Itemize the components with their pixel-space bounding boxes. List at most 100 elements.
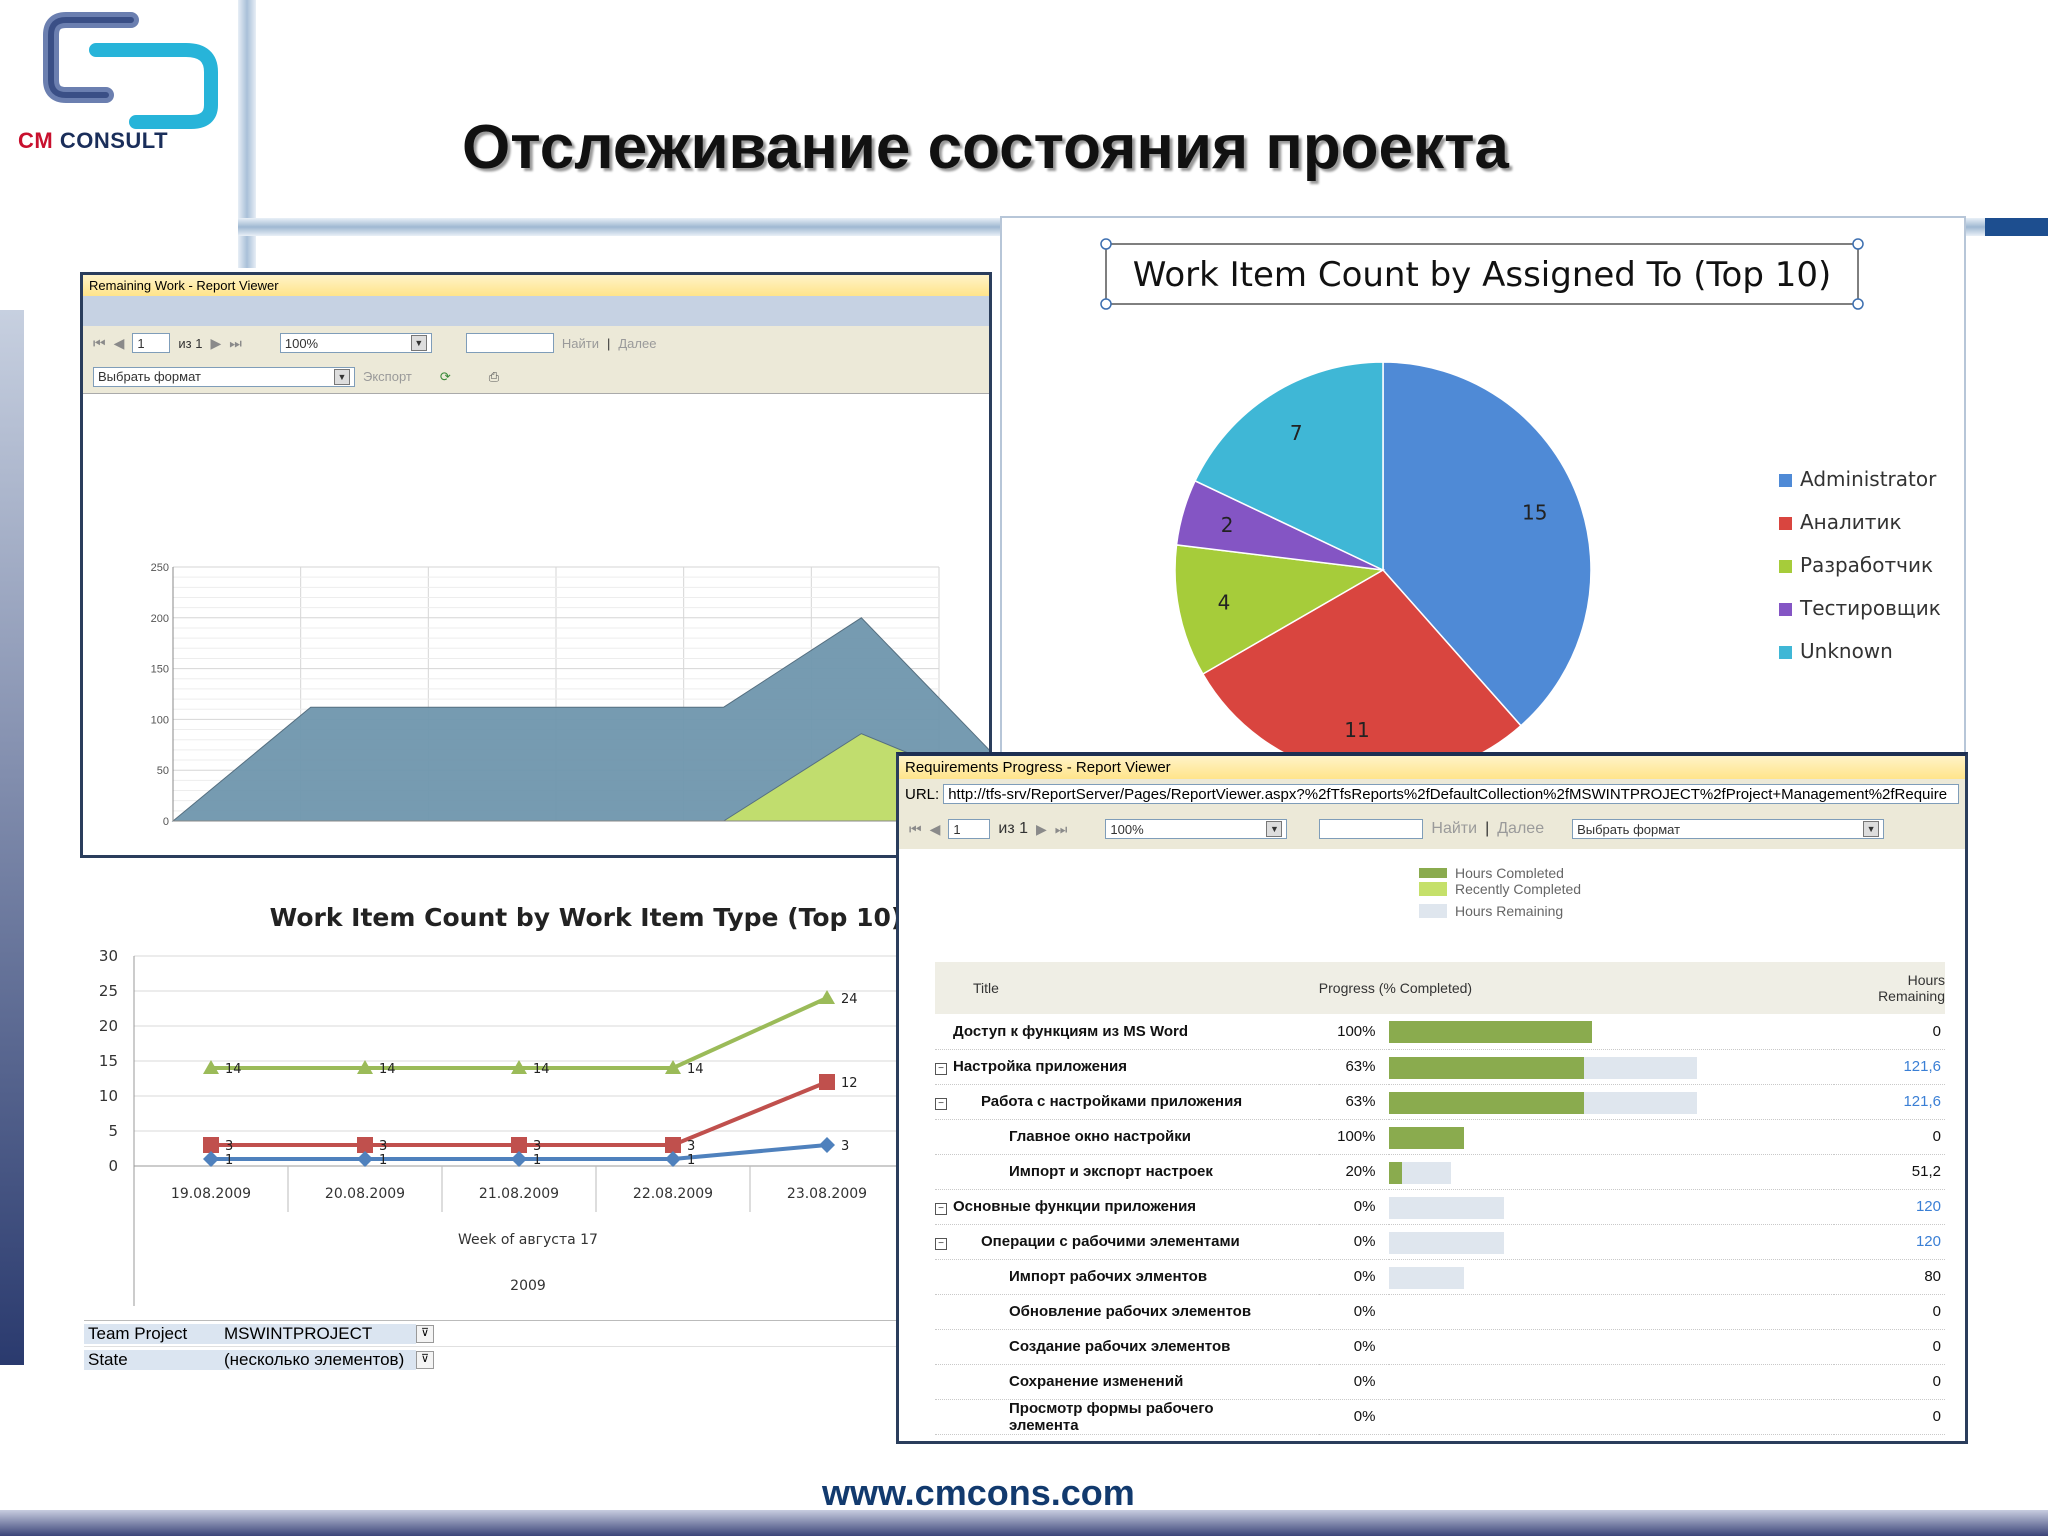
next-page-icon[interactable]: ▶ — [210, 335, 221, 352]
table-row: − Операции с рабочими элементами 0% 120 — [935, 1224, 1945, 1260]
column-hours[interactable]: Hours Remaining — [1833, 962, 1945, 1014]
y-tick-label: 150 — [151, 664, 169, 676]
row-percent: 0% — [1318, 1399, 1390, 1435]
decor-accent-bar — [1985, 218, 2048, 236]
legend-swatch — [1779, 646, 1792, 659]
url-input[interactable]: http://tfs-srv/ReportServer/Pages/Report… — [943, 784, 1959, 804]
find-link[interactable]: Найти — [562, 336, 599, 351]
next-link[interactable]: Далее — [1497, 820, 1544, 838]
zoom-value: 100% — [1110, 821, 1144, 837]
row-hours: 0 — [1833, 1014, 1945, 1050]
legend-swatch — [1779, 474, 1792, 487]
data-label: 3 — [225, 1139, 233, 1154]
filter-icon[interactable]: ⊽ — [416, 1324, 434, 1343]
row-title-cell: − Основные функции приложения — [935, 1189, 1319, 1225]
footer-url[interactable]: www.cmcons.com — [822, 1472, 1135, 1514]
y-tick-label: 0 — [163, 816, 169, 828]
row-title: Импорт и экспорт настроек — [1009, 1163, 1213, 1181]
zoom-select[interactable]: 100% ▼ — [279, 333, 432, 353]
legend-swatch — [1779, 603, 1792, 616]
format-select[interactable]: Выбрать формат ▼ — [1572, 819, 1885, 839]
filter-icon[interactable]: ⊽ — [416, 1351, 434, 1369]
y-tick-label: 100 — [151, 714, 169, 726]
row-progress-bar — [1389, 1119, 1834, 1155]
legend-label: Hours Remaining — [1455, 903, 1564, 919]
row-title: Работа с настройками приложения — [981, 1093, 1243, 1111]
collapse-toggle-icon[interactable]: − — [935, 1062, 947, 1075]
company-logo: CM CONSULT — [16, 10, 226, 160]
refresh-icon[interactable]: ⟳ — [440, 369, 451, 385]
row-percent: 20% — [1318, 1154, 1390, 1190]
row-hours: 51,2 — [1833, 1154, 1945, 1190]
row-hours: 0 — [1833, 1399, 1945, 1435]
legend-swatch — [1779, 517, 1792, 530]
row-hours[interactable]: 120 — [1833, 1189, 1945, 1225]
slice-value-label: 2 — [1221, 513, 1234, 537]
y-tick-label: 50 — [157, 765, 169, 777]
row-title: Сохранение изменений — [1009, 1373, 1184, 1391]
column-title[interactable]: Title — [935, 962, 1319, 1014]
collapse-toggle-icon[interactable]: − — [935, 1097, 947, 1110]
y-tick-label: 0 — [108, 1157, 118, 1175]
column-progress[interactable]: Progress (% Completed) — [1318, 962, 1834, 1014]
table-row: − Работа с настройками приложения 63% 121,6 — [935, 1084, 1945, 1120]
separator: | — [606, 335, 611, 351]
resize-handle-icon — [1852, 238, 1864, 250]
row-percent: 0% — [1318, 1364, 1390, 1400]
print-icon[interactable]: ⎙ — [489, 369, 499, 385]
find-input[interactable] — [1319, 819, 1424, 839]
url-bar: URL: http://tfs-srv/ReportServer/Pages/R… — [899, 779, 1965, 809]
export-link[interactable]: Экспорт — [363, 369, 412, 384]
page-number-input[interactable]: 1 — [132, 333, 171, 353]
row-hours[interactable]: 121,6 — [1833, 1084, 1945, 1120]
x-tick-label: 23.08.2009 — [787, 1186, 867, 1202]
collapse-toggle-icon[interactable]: − — [935, 1202, 947, 1215]
row-title: Основные функции приложения — [953, 1198, 1197, 1216]
x-axis-label-year: 2009 — [510, 1278, 546, 1294]
logo-text: CM CONSULT — [18, 128, 169, 153]
filter-name: Team Project — [84, 1323, 220, 1344]
progress-track — [1389, 1021, 1592, 1043]
prev-page-icon[interactable]: ◀ — [930, 821, 941, 838]
last-page-icon[interactable]: ⏭ — [1055, 821, 1068, 838]
data-label: 1 — [533, 1153, 541, 1168]
chart-title: Work Item Count by Work Item Type (Top 1… — [270, 903, 903, 932]
row-hours: 0 — [1833, 1329, 1945, 1365]
row-progress-bar — [1389, 1294, 1834, 1330]
next-link[interactable]: Далее — [618, 336, 656, 351]
data-label: 14 — [379, 1062, 396, 1077]
find-link[interactable]: Найти — [1431, 820, 1477, 838]
first-page-icon[interactable]: ⏮ — [909, 821, 922, 838]
last-page-icon[interactable]: ⏭ — [229, 335, 242, 352]
row-progress-bar — [1389, 1189, 1834, 1225]
legend-label: Тестировщик — [1799, 596, 1941, 620]
progress-track — [1389, 1126, 1465, 1149]
row-hours[interactable]: 120 — [1833, 1224, 1945, 1260]
row-hours: 80 — [1833, 1259, 1945, 1295]
format-select[interactable]: Выбрать формат ▼ — [93, 366, 355, 387]
first-page-icon[interactable]: ⏮ — [93, 335, 106, 352]
page-number-input[interactable]: 1 — [948, 819, 991, 839]
filter-value: (несколько элементов) — [220, 1350, 416, 1370]
work-item-type-chart-panel: Work Item Count by Work Item Type (Top 1… — [84, 880, 904, 1390]
prev-page-icon[interactable]: ◀ — [114, 335, 125, 352]
zoom-select[interactable]: 100% ▼ — [1105, 819, 1288, 839]
row-title-cell: Сохранение изменений — [935, 1364, 1319, 1400]
data-point — [819, 1137, 835, 1153]
collapse-toggle-icon[interactable]: − — [935, 1237, 947, 1250]
next-page-icon[interactable]: ▶ — [1036, 821, 1047, 838]
row-progress-bar — [1389, 1259, 1834, 1295]
line-series — [211, 996, 828, 1070]
row-title-cell: Главное окно настройки — [935, 1119, 1319, 1155]
data-point — [357, 1151, 373, 1167]
row-percent: 0% — [1318, 1224, 1390, 1260]
slice-value-label: 7 — [1290, 421, 1303, 445]
find-input[interactable] — [465, 333, 554, 353]
progress-track — [1389, 1266, 1465, 1289]
row-hours[interactable]: 121,6 — [1833, 1049, 1945, 1085]
row-title-cell: Обновление рабочих элементов — [935, 1294, 1319, 1330]
filter-value: MSWINTPROJECT — [220, 1323, 416, 1344]
window-title: Requirements Progress - Report Viewer — [899, 756, 1965, 779]
y-tick-label: 25 — [99, 982, 118, 1000]
requirements-progress-window: Requirements Progress - Report Viewer UR… — [896, 752, 1968, 1444]
